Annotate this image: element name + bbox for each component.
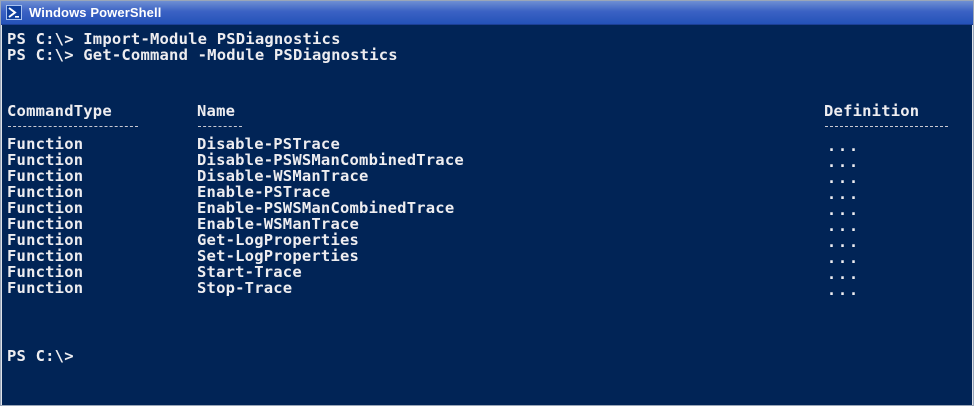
table-row: Function Enable-WSManTrace ... bbox=[2, 215, 972, 234]
row-definition: ... bbox=[827, 281, 861, 299]
row-command-type: Function bbox=[7, 151, 84, 169]
separator-definition bbox=[825, 126, 948, 127]
separator-commandtype bbox=[8, 126, 138, 127]
table-row: Function Disable-WSManTrace ... bbox=[2, 167, 972, 186]
powershell-icon[interactable] bbox=[6, 5, 22, 20]
table-row: Function Disable-PSTrace ... bbox=[2, 135, 972, 154]
row-command-type: Function bbox=[7, 231, 84, 249]
row-command-type: Function bbox=[7, 247, 84, 265]
title-bar[interactable]: Windows PowerShell bbox=[1, 1, 973, 25]
column-header-definition: Definition bbox=[824, 102, 920, 120]
command-line-get-command: PS C:\> Get-Command -Module PSDiagnostic… bbox=[7, 46, 398, 64]
row-command-type: Function bbox=[7, 215, 84, 233]
table-row: Function Enable-PSTrace ... bbox=[2, 183, 972, 202]
row-name: Start-Trace bbox=[197, 263, 302, 281]
row-name: Enable-PSWSManCombinedTrace bbox=[197, 199, 455, 217]
console-output[interactable]: PS C:\> Import-Module PSDiagnostics PS C… bbox=[2, 25, 972, 405]
table-row: Function Disable-PSWSManCombinedTrace ..… bbox=[2, 151, 972, 170]
row-name: Get-LogProperties bbox=[197, 231, 360, 249]
row-command-type: Function bbox=[7, 279, 84, 297]
table-row: Function Stop-Trace ... bbox=[2, 279, 972, 299]
row-name: Enable-WSManTrace bbox=[197, 215, 360, 233]
row-command-type: Function bbox=[7, 183, 84, 201]
table-row: Function Set-LogProperties ... bbox=[2, 247, 972, 266]
row-command-type: Function bbox=[7, 199, 84, 217]
table-row: Function Get-LogProperties ... bbox=[2, 231, 972, 250]
column-header-commandtype: CommandType bbox=[7, 102, 112, 120]
row-command-type: Function bbox=[7, 167, 84, 185]
row-name: Set-LogProperties bbox=[197, 247, 360, 265]
command-line-import: PS C:\> Import-Module PSDiagnostics bbox=[7, 30, 341, 48]
table-row: Function Start-Trace ... bbox=[2, 263, 972, 282]
powershell-window: Windows PowerShell PS C:\> Import-Module… bbox=[0, 0, 974, 406]
row-command-type: Function bbox=[7, 135, 84, 153]
row-name: Disable-WSManTrace bbox=[197, 167, 369, 185]
window-title: Windows PowerShell bbox=[29, 5, 162, 20]
table-row: Function Enable-PSWSManCombinedTrace ... bbox=[2, 199, 972, 218]
row-name: Disable-PSWSManCombinedTrace bbox=[197, 151, 464, 169]
row-command-type: Function bbox=[7, 263, 84, 281]
console-prompt[interactable]: PS C:\> bbox=[7, 348, 74, 364]
row-name: Stop-Trace bbox=[197, 279, 293, 297]
separator-name bbox=[198, 126, 242, 127]
row-name: Disable-PSTrace bbox=[197, 135, 340, 153]
row-name: Enable-PSTrace bbox=[197, 183, 331, 201]
column-header-name: Name bbox=[197, 102, 236, 120]
